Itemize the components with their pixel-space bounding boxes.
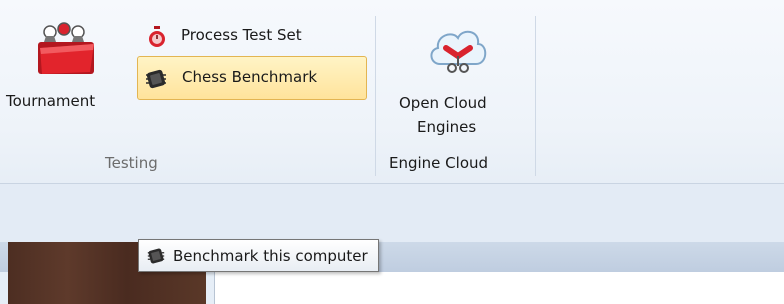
open-cloud-engines-label-line1: Open Cloud	[399, 94, 487, 112]
chip-icon	[147, 248, 165, 263]
engine-cloud-group-label: Engine Cloud	[389, 154, 489, 172]
toolbar-strip	[0, 184, 784, 242]
process-test-set-button[interactable]: Process Test Set	[140, 20, 360, 50]
content-panel	[214, 272, 784, 304]
cloud-engines-icon	[430, 30, 487, 73]
ribbon: Tournament Process Test Set Chess Benchm…	[0, 0, 784, 184]
folder-with-chess-pieces-icon	[38, 22, 94, 74]
testing-group-label: Testing	[105, 154, 158, 172]
stopwatch-icon	[149, 26, 165, 47]
group-separator	[375, 16, 376, 176]
chip-icon	[146, 69, 166, 89]
tournament-button[interactable]: Tournament	[2, 16, 132, 120]
group-separator	[535, 16, 536, 176]
open-cloud-engines-label-line2: Engines	[417, 118, 477, 136]
chess-benchmark-button[interactable]: Chess Benchmark	[137, 56, 367, 100]
process-test-set-label: Process Test Set	[181, 26, 302, 44]
chess-benchmark-label: Chess Benchmark	[182, 68, 318, 86]
tournament-label: Tournament	[6, 92, 96, 110]
open-cloud-engines-button[interactable]: Open Cloud Engines	[384, 14, 534, 144]
tooltip-text: Benchmark this computer	[173, 246, 368, 265]
tooltip: Benchmark this computer	[138, 239, 379, 272]
